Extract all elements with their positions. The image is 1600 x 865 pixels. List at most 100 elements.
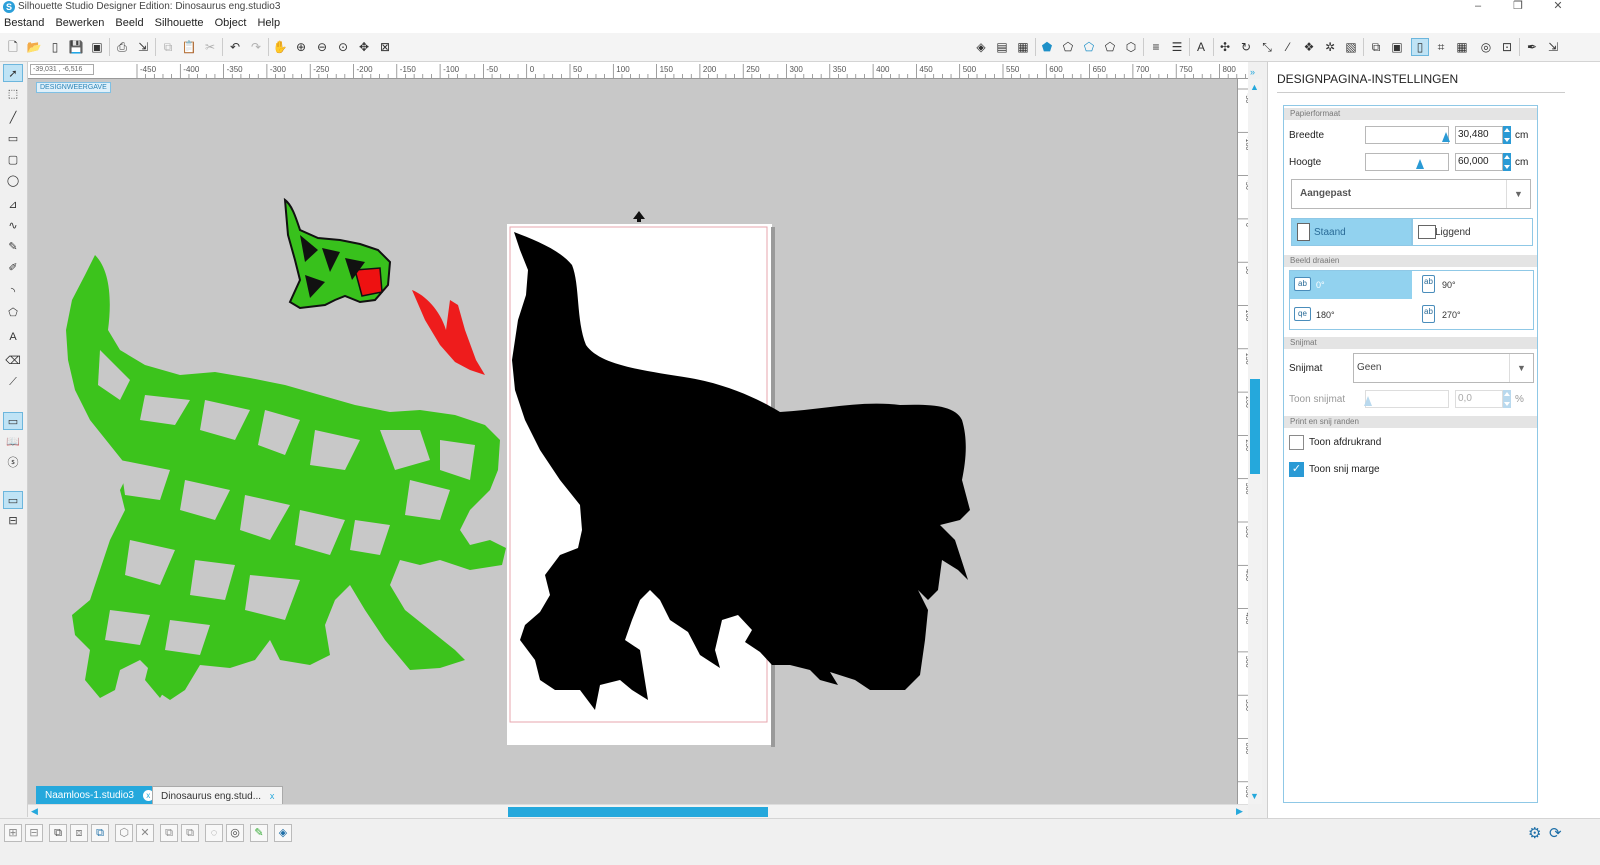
undo-icon[interactable]: ↶	[226, 38, 244, 56]
library-icon[interactable]: ⊡	[1498, 38, 1516, 56]
slider-knob[interactable]	[1364, 396, 1372, 406]
tab-close-icon[interactable]: x	[270, 791, 275, 801]
rotate-90-button[interactable]: ab 90°	[1416, 271, 1532, 299]
cut-settings-icon[interactable]: ◎	[1477, 38, 1495, 56]
redo-icon[interactable]: ↷	[247, 38, 265, 56]
line-dash-icon[interactable]: ☰	[1168, 38, 1186, 56]
menu-object[interactable]: Object	[211, 15, 251, 29]
smooth-freehand-tool-icon[interactable]: ✐	[3, 259, 23, 277]
ellipse-tool-icon[interactable]: ◯	[3, 172, 23, 190]
paper-size-dropdown[interactable]: Aangepast ▼	[1291, 179, 1531, 209]
scroll-left-icon[interactable]: ◀	[31, 806, 38, 817]
rotate-0-button[interactable]: ab 0°	[1290, 271, 1412, 299]
point-edit-tool-icon[interactable]: ⬚	[3, 85, 23, 103]
slider-knob[interactable]	[1416, 159, 1424, 169]
mirror-icon[interactable]: ⧉	[181, 824, 199, 842]
menu-bestand[interactable]: Bestand	[0, 15, 48, 29]
pan-hand-icon[interactable]: ✋	[271, 38, 289, 56]
trace-bottom-icon[interactable]: ✎	[250, 824, 268, 842]
horizontal-scroll-thumb[interactable]	[508, 807, 768, 817]
send-icon[interactable]: ⇲	[1544, 38, 1562, 56]
tab-naamloos-1[interactable]: Naamloos-1.studio3 x	[36, 786, 163, 804]
design-canvas[interactable]	[28, 79, 1237, 804]
vertical-scrollbar[interactable]: » ▲ ▼	[1248, 67, 1262, 804]
store-icon[interactable]: ✒	[1523, 38, 1541, 56]
small-trex-image[interactable]	[283, 197, 392, 310]
red-dinosaur-jaw[interactable]	[412, 290, 485, 375]
menu-silhouette[interactable]: Silhouette	[151, 15, 208, 29]
offset-icon[interactable]: ◌	[205, 824, 223, 842]
line-color-icon[interactable]: ⬟	[1038, 38, 1056, 56]
orientation-landscape-button[interactable]: Liggend	[1412, 218, 1533, 246]
transform-icon[interactable]: ✣	[1216, 38, 1234, 56]
rotate-icon[interactable]: ↻	[1237, 38, 1255, 56]
open-library-icon[interactable]: ▯	[46, 38, 64, 56]
sketch-icon[interactable]: ⬠	[1101, 38, 1119, 56]
width-slider[interactable]	[1365, 126, 1450, 144]
eraser-tool-icon[interactable]: ⌫	[3, 352, 23, 370]
scroll-right-icon[interactable]: ▶	[1236, 806, 1243, 817]
ungroup-icon[interactable]: ⊟	[25, 824, 43, 842]
restore-button[interactable]: ❐	[1498, 0, 1538, 15]
width-input[interactable]: 30,480	[1455, 126, 1503, 144]
text-tool-icon[interactable]: A	[3, 328, 23, 346]
print-icon[interactable]: ⎙	[113, 38, 131, 56]
vertical-scroll-thumb[interactable]	[1250, 379, 1260, 474]
cut-icon[interactable]: ✂	[201, 38, 219, 56]
duplicate-icon[interactable]: ⧉	[160, 824, 178, 842]
menu-help[interactable]: Help	[253, 15, 284, 29]
new-document-icon[interactable]: 🗋	[4, 38, 22, 56]
fill-color-icon[interactable]: ◈	[972, 38, 990, 56]
copy-icon[interactable]: ⧉	[159, 38, 177, 56]
single-view-icon[interactable]: ▭	[3, 491, 23, 509]
minimize-button[interactable]: –	[1458, 0, 1498, 15]
release-compound-icon[interactable]: ⧈	[70, 824, 88, 842]
cutting-mat-dropdown[interactable]: Geen ▼	[1353, 353, 1534, 383]
sync-icon[interactable]: ⟳	[1549, 824, 1562, 842]
fit-to-page-icon[interactable]: ⊠	[376, 38, 394, 56]
panel-collapse-icon[interactable]: »	[1250, 67, 1260, 77]
tab-dinosaurus-eng[interactable]: Dinosaurus eng.stud... x	[152, 786, 284, 804]
regular-polygon-tool-icon[interactable]: ⬠	[3, 304, 23, 322]
cut-style-icon[interactable]: ◈	[274, 824, 292, 842]
line-style-icon[interactable]: ⬠	[1059, 38, 1077, 56]
design-page-icon[interactable]: ▭	[3, 412, 23, 430]
zoom-in-icon[interactable]: ⊕	[292, 38, 310, 56]
horizontal-scrollbar[interactable]: ◀ ▶	[28, 804, 1248, 818]
menu-bewerken[interactable]: Bewerken	[51, 15, 108, 29]
modify-icon[interactable]: ▧	[1342, 38, 1360, 56]
make-compound-icon[interactable]: ⧉	[49, 824, 67, 842]
arc-tool-icon[interactable]: ◝	[3, 283, 23, 301]
split-view-icon[interactable]: ⊟	[3, 512, 23, 530]
drag-zoom-icon[interactable]: ✥	[355, 38, 373, 56]
rotate-270-button[interactable]: ab 270°	[1416, 301, 1532, 329]
group-icon[interactable]: ⊞	[4, 824, 22, 842]
bring-to-front-icon[interactable]: ⧉	[91, 824, 109, 842]
replicate-icon[interactable]: ❖	[1300, 38, 1318, 56]
height-slider[interactable]	[1365, 153, 1449, 171]
height-spinner[interactable]	[1503, 153, 1511, 171]
show-print-border-checkbox[interactable]	[1289, 435, 1304, 450]
settings-gear-icon[interactable]: ⚙	[1528, 824, 1541, 842]
offset-shape-icon[interactable]: ⬡	[1122, 38, 1140, 56]
show-mat-input[interactable]: 0,0	[1455, 390, 1503, 408]
select-tool-icon[interactable]: ➚	[3, 64, 23, 82]
show-cut-margin-checkbox[interactable]: ✓	[1289, 462, 1304, 477]
zoom-selection-icon[interactable]: ⊙	[334, 38, 352, 56]
page-setup-icon[interactable]: ▯	[1411, 38, 1429, 56]
show-mat-slider[interactable]	[1364, 390, 1449, 408]
knife-tool-icon[interactable]: ⟋	[3, 373, 23, 391]
save-icon[interactable]: 💾	[67, 38, 85, 56]
fill-gradient-icon[interactable]: ▤	[993, 38, 1011, 56]
pixscan-icon[interactable]: ▣	[1388, 38, 1406, 56]
scroll-up-icon[interactable]: ▲	[1250, 82, 1259, 92]
rotate-object-icon[interactable]: ◎	[226, 824, 244, 842]
freehand-tool-icon[interactable]: ✎	[3, 238, 23, 256]
library-view-icon[interactable]: 📖	[3, 433, 23, 451]
rotate-180-button[interactable]: qe 180°	[1290, 301, 1412, 329]
shear-icon[interactable]: ⁄	[1279, 38, 1297, 56]
menu-beeld[interactable]: Beeld	[111, 15, 147, 29]
curve-tool-icon[interactable]: ∿	[3, 217, 23, 235]
text-style-icon[interactable]: A	[1192, 38, 1210, 56]
open-file-icon[interactable]: 📂	[25, 38, 43, 56]
